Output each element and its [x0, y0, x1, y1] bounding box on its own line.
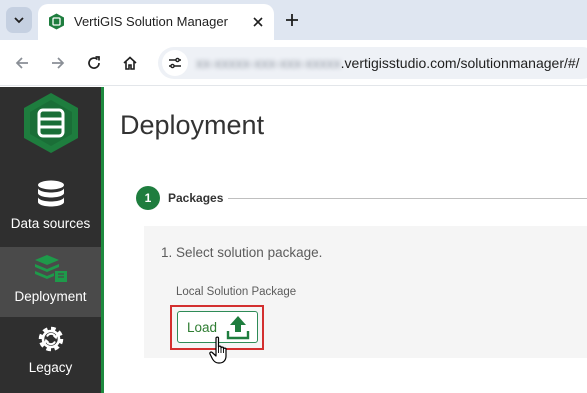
sidebar-accent-border — [101, 87, 104, 393]
address-bar[interactable]: xx-xxxxx-xxx-xxx-xxxxx.vertigisstudio.co… — [158, 47, 587, 79]
back-button[interactable] — [10, 51, 34, 75]
close-icon — [253, 17, 263, 27]
vertigis-favicon-icon — [49, 13, 64, 30]
tab-title: VertiGIS Solution Manager — [74, 14, 228, 29]
reload-icon — [88, 56, 100, 69]
site-info-button[interactable] — [162, 50, 188, 76]
hand-pointer-cursor-icon — [209, 336, 227, 364]
deployment-icon — [34, 255, 67, 282]
url-text: xx-xxxxx-xxx-xxx-xxxxx.vertigisstudio.co… — [196, 55, 580, 71]
app-logo-icon — [24, 93, 78, 153]
page-title: Deployment — [120, 110, 265, 140]
url-visible-part: .vertigisstudio.com/solutionmanager/#/ — [340, 55, 580, 71]
local-package-label: Local Solution Package — [176, 286, 297, 298]
url-blurred-part: xx-xxxxx-xxx-xxx-xxxxx — [196, 55, 341, 71]
tab-close-button[interactable] — [248, 12, 268, 32]
tune-icon — [169, 57, 181, 69]
arrow-left-icon — [15, 57, 28, 69]
home-button[interactable] — [118, 51, 142, 75]
chevron-down-icon — [14, 17, 24, 24]
plus-icon — [286, 14, 298, 26]
browser-tab-strip: VertiGIS Solution Manager — [0, 0, 587, 40]
instruction-text: 1. Select solution package. — [161, 245, 323, 260]
forward-button[interactable] — [46, 51, 70, 75]
step-number-badge: 1 — [136, 186, 160, 210]
sidebar-item-legacy[interactable]: Legacy — [0, 323, 101, 385]
sidebar-item-data-sources[interactable]: Data sources — [0, 179, 101, 241]
reload-button[interactable] — [82, 51, 106, 75]
browser-tab[interactable]: VertiGIS Solution Manager — [38, 4, 274, 40]
legacy-gear-icon — [38, 326, 63, 352]
step-label: Packages — [168, 191, 224, 205]
stepper-divider — [228, 198, 587, 199]
app-sidebar: Data sources Deployment Legacy — [0, 87, 101, 393]
browser-toolbar: xx-xxxxx-xxx-xxx-xxxxx.vertigisstudio.co… — [0, 40, 587, 86]
sidebar-item-deployment[interactable]: Deployment — [0, 247, 101, 317]
tab-search-button[interactable] — [6, 7, 32, 33]
load-button-label: Load — [187, 319, 218, 335]
arrow-right-icon — [52, 57, 65, 69]
new-tab-button[interactable] — [281, 9, 303, 31]
home-icon — [123, 56, 137, 70]
sidebar-item-label: Data sources — [10, 216, 91, 231]
sidebar-item-label: Legacy — [28, 360, 73, 375]
database-icon — [37, 180, 64, 207]
sidebar-item-label: Deployment — [14, 289, 87, 304]
